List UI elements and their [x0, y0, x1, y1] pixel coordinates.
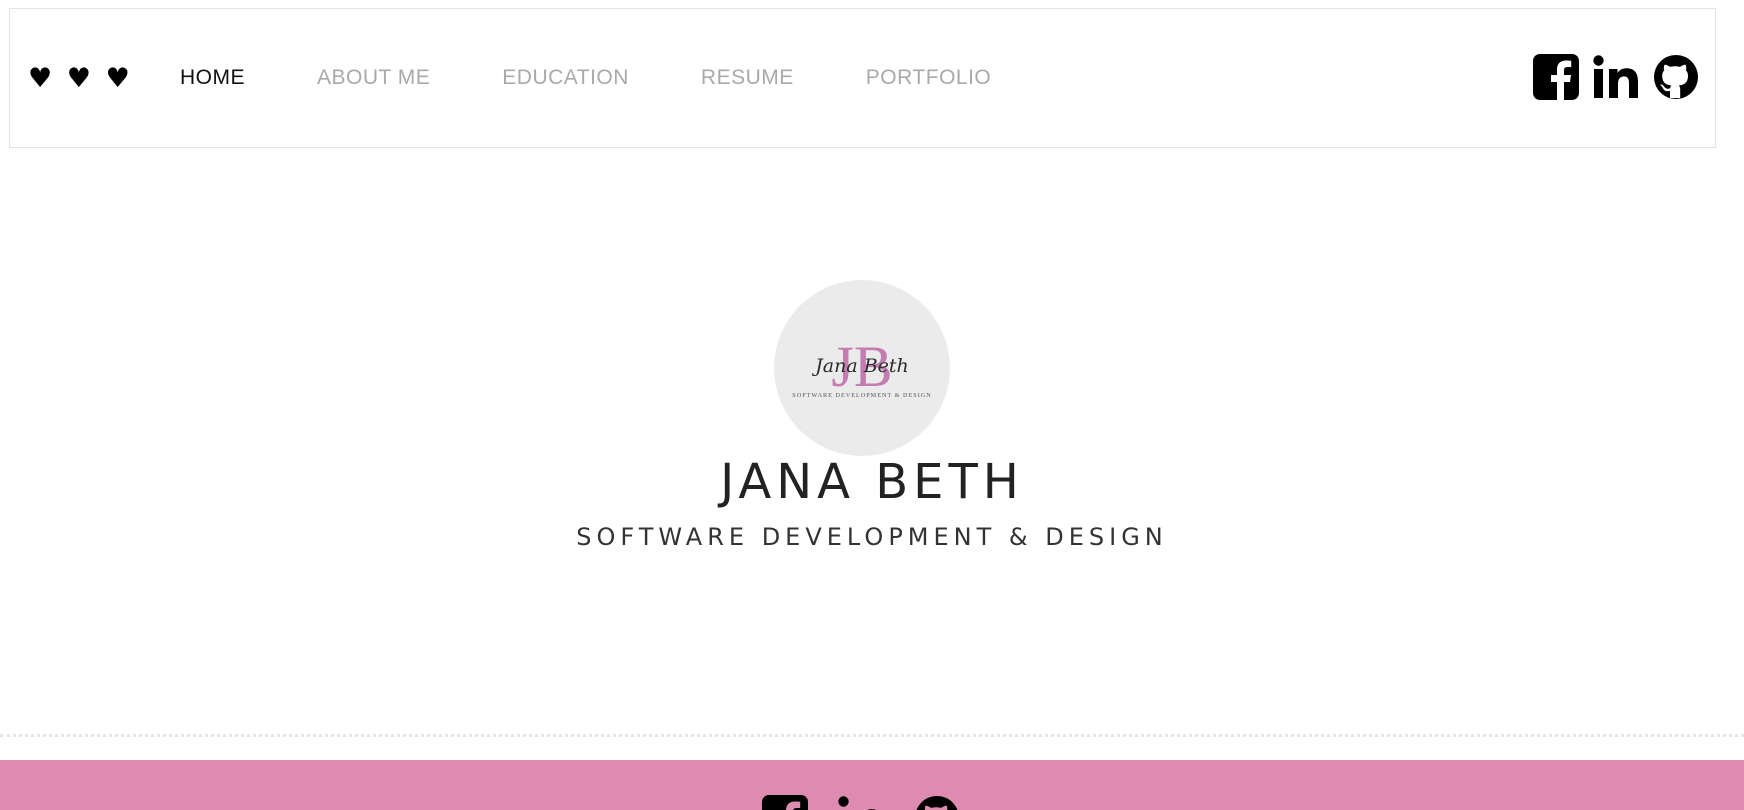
linkedin-icon[interactable] — [1593, 54, 1639, 100]
nav-link-portfolio[interactable]: PORTFOLIO — [866, 66, 991, 90]
nav-social-links — [1533, 54, 1699, 100]
hero-section: JB Jana Beth SOFTWARE DEVELOPMENT & DESI… — [0, 148, 1744, 728]
facebook-icon[interactable] — [1533, 54, 1579, 100]
nav-links: HOME ABOUT ME EDUCATION RESUME PORTFOLIO — [180, 66, 1063, 90]
footer-social-links — [762, 795, 960, 810]
dotted-divider — [0, 734, 1744, 737]
logo-script: Jana Beth — [811, 355, 909, 377]
logo-small-text: SOFTWARE DEVELOPMENT & DESIGN — [792, 392, 931, 399]
github-icon[interactable] — [914, 795, 960, 810]
jb-logo: JB Jana Beth SOFTWARE DEVELOPMENT & DESI… — [774, 280, 950, 456]
hero-name: JANA BETH — [720, 454, 1024, 510]
nav-link-resume[interactable]: RESUME — [701, 66, 794, 90]
linkedin-icon[interactable] — [838, 795, 884, 810]
hero-tagline: SOFTWARE DEVELOPMENT & DESIGN — [576, 523, 1168, 551]
brand-hearts[interactable]: ♥ ♥ ♥ — [28, 63, 134, 94]
facebook-icon[interactable] — [762, 795, 808, 810]
nav-link-education[interactable]: EDUCATION — [502, 66, 629, 90]
page: ♥ ♥ ♥ HOME ABOUT ME EDUCATION RESUME POR… — [0, 0, 1744, 810]
nav-link-home[interactable]: HOME — [180, 66, 245, 90]
github-icon[interactable] — [1653, 54, 1699, 100]
nav-link-about-me[interactable]: ABOUT ME — [317, 66, 430, 90]
top-navbar: ♥ ♥ ♥ HOME ABOUT ME EDUCATION RESUME POR… — [9, 8, 1716, 148]
footer — [0, 760, 1744, 810]
